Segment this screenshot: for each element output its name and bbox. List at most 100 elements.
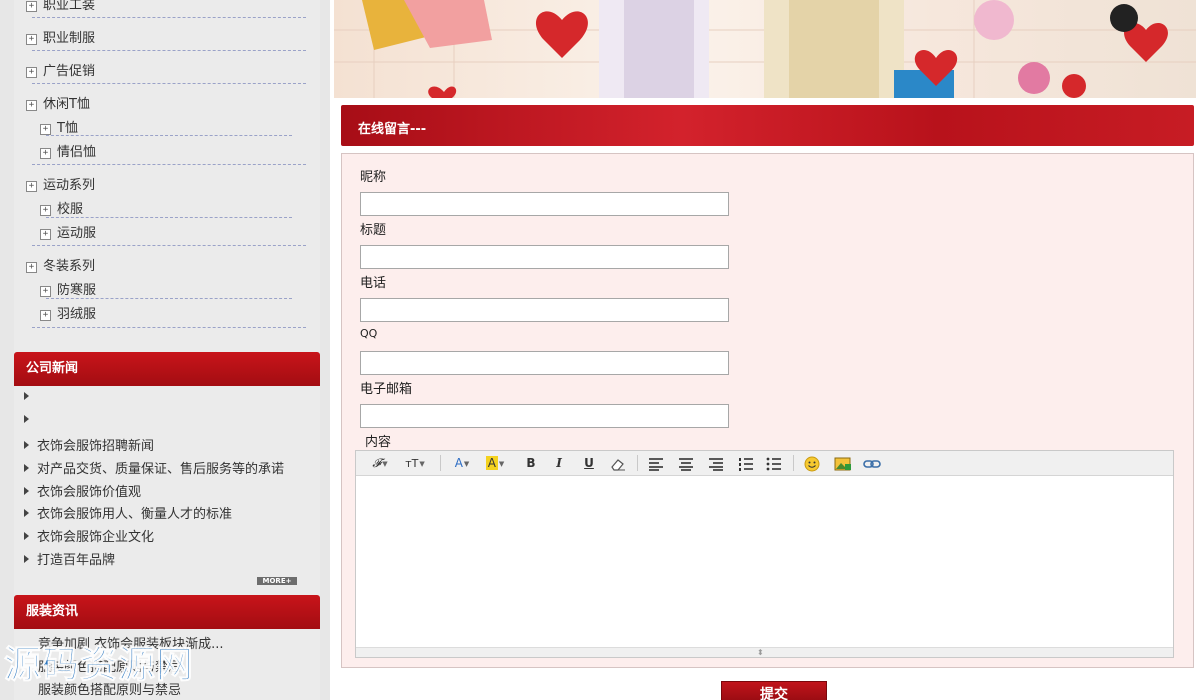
unordered-list-button[interactable] <box>764 454 784 473</box>
company-news-header[interactable]: 公司新闻 <box>14 352 320 386</box>
email-label: 电子邮箱 <box>360 382 413 397</box>
expand-icon[interactable]: + <box>26 34 37 45</box>
news-item[interactable] <box>24 390 320 405</box>
category-item-winter[interactable]: + 冬装系列 <box>26 255 306 274</box>
section-title: 在线留言--- <box>358 122 427 137</box>
underline-button[interactable]: U <box>580 454 598 473</box>
category-label: 冬装系列 <box>43 259 96 274</box>
qq-label: QQ <box>360 327 378 340</box>
title-label: 标题 <box>360 223 387 238</box>
expand-icon[interactable]: + <box>26 181 37 192</box>
bullet-arrow-icon <box>24 509 29 517</box>
news-item[interactable]: 衣饰会服饰价值观 <box>24 481 320 500</box>
expand-icon[interactable]: + <box>40 286 51 297</box>
watermark-logo: 源码资源网 <box>4 643 194 687</box>
fashion-news-header[interactable]: 服装资讯 <box>14 595 320 629</box>
resize-handle-icon[interactable]: ⬍ <box>757 649 764 657</box>
expand-icon[interactable]: + <box>40 205 51 216</box>
category-label: 运动服 <box>57 226 97 241</box>
title-input[interactable] <box>360 245 729 269</box>
news-item[interactable]: 打造百年品牌 <box>24 549 320 568</box>
phone-input[interactable] <box>360 298 729 322</box>
font-family-icon: 𝓕 <box>372 456 382 470</box>
submit-button[interactable]: 提交 <box>721 681 827 700</box>
editor-toolbar: 𝓕▼ тT▼ A▼ A ▼ B I U <box>356 451 1173 476</box>
subcategory-item-couple-tshirt[interactable]: + 情侣恤 <box>40 141 292 160</box>
align-right-button[interactable] <box>706 454 726 473</box>
content-label: 内容 <box>365 435 392 450</box>
align-center-button[interactable] <box>676 454 696 473</box>
insert-link-button[interactable] <box>862 454 882 473</box>
news-item[interactable]: 衣饰会服饰用人、衡量人才的标准 <box>24 503 320 522</box>
news-item[interactable]: 对产品交货、质量保证、售后服务等的承诺 <box>24 458 320 477</box>
rich-text-editor[interactable]: 𝓕▼ тT▼ A▼ A ▼ B I U ⬍ <box>355 450 1174 658</box>
category-item-casual-tshirt[interactable]: + 休闲T恤 <box>26 93 306 112</box>
news-item-label: 打造百年品牌 <box>37 553 116 568</box>
subcategory-item-sportswear[interactable]: + 运动服 <box>40 222 292 241</box>
message-section-header: 在线留言--- <box>341 105 1194 146</box>
news-item[interactable] <box>24 413 320 428</box>
expand-icon[interactable]: + <box>40 229 51 240</box>
divider <box>32 83 306 84</box>
font-family-button[interactable]: 𝓕▼ <box>368 454 392 473</box>
bullet-arrow-icon <box>24 392 29 400</box>
align-left-button[interactable] <box>646 454 666 473</box>
category-label: 情侣恤 <box>57 145 97 160</box>
emoticon-button[interactable] <box>802 454 822 473</box>
unordered-list-icon <box>766 457 781 471</box>
news-item[interactable]: 衣饰会服饰企业文化 <box>24 526 320 545</box>
smiley-icon <box>804 456 820 472</box>
divider <box>32 245 306 246</box>
news-item[interactable]: 衣饰会服饰招聘新闻 <box>24 435 320 454</box>
link-icon <box>863 460 881 468</box>
bold-button[interactable]: B <box>522 454 540 473</box>
news-item-label: 衣饰会服饰企业文化 <box>37 530 155 545</box>
bullet-arrow-icon <box>24 555 29 563</box>
divider <box>46 135 292 136</box>
bullet-arrow-icon <box>24 464 29 472</box>
category-item-promo[interactable]: + 广告促销 <box>26 60 306 79</box>
expand-icon[interactable]: + <box>40 148 51 159</box>
bullet-arrow-icon <box>24 487 29 495</box>
expand-icon[interactable]: + <box>26 100 37 111</box>
heart-icon <box>536 11 588 59</box>
subcategory-item-school-uniform[interactable]: + 校服 <box>40 198 292 217</box>
expand-icon[interactable]: + <box>26 262 37 273</box>
category-label: 职业工装 <box>43 0 96 13</box>
divider <box>46 217 292 218</box>
category-item-sports[interactable]: + 运动系列 <box>26 174 306 193</box>
category-item-workwear[interactable]: + 职业工装 <box>26 0 306 13</box>
align-right-icon <box>709 458 723 471</box>
italic-button[interactable]: I <box>550 454 568 473</box>
category-label: 休闲T恤 <box>43 97 90 112</box>
insert-image-button[interactable] <box>832 454 854 473</box>
font-color-icon: A <box>454 456 463 470</box>
editor-content-area[interactable] <box>356 476 1173 646</box>
category-label: 运动系列 <box>43 178 96 193</box>
font-color-button[interactable]: A▼ <box>450 454 474 473</box>
expand-icon[interactable]: + <box>26 67 37 78</box>
expand-icon[interactable]: + <box>26 1 37 12</box>
toolbar-separator <box>440 455 441 471</box>
nickname-input[interactable] <box>360 192 729 216</box>
expand-icon[interactable]: + <box>40 124 51 135</box>
font-size-icon: тT <box>405 457 419 470</box>
ordered-list-button[interactable] <box>736 454 756 473</box>
banner-image <box>334 0 1196 98</box>
page: + 职业工装 + 职业制服 + 广告促销 + 休闲T恤 + T恤 + 情侣恤 + 运动系列 +… <box>0 0 1200 700</box>
subcategory-item-cold-wear[interactable]: + 防寒服 <box>40 279 292 298</box>
category-label: 职业制服 <box>43 31 96 46</box>
subcategory-item-down-jacket[interactable]: + 羽绒服 <box>40 303 292 322</box>
eraser-icon <box>611 459 625 471</box>
eraser-button[interactable] <box>608 454 628 473</box>
subcategory-item-tshirt[interactable]: + T恤 <box>40 117 292 136</box>
email-input[interactable] <box>360 404 729 428</box>
font-size-button[interactable]: тT▼ <box>402 454 428 473</box>
editor-resize-bar[interactable]: ⬍ <box>356 647 1173 657</box>
expand-icon[interactable]: + <box>40 310 51 321</box>
category-item-uniform[interactable]: + 职业制服 <box>26 27 306 46</box>
divider <box>32 17 306 18</box>
more-button[interactable]: MORE+ <box>257 577 297 585</box>
highlight-color-button[interactable]: A ▼ <box>482 454 508 473</box>
qq-input[interactable] <box>360 351 729 375</box>
